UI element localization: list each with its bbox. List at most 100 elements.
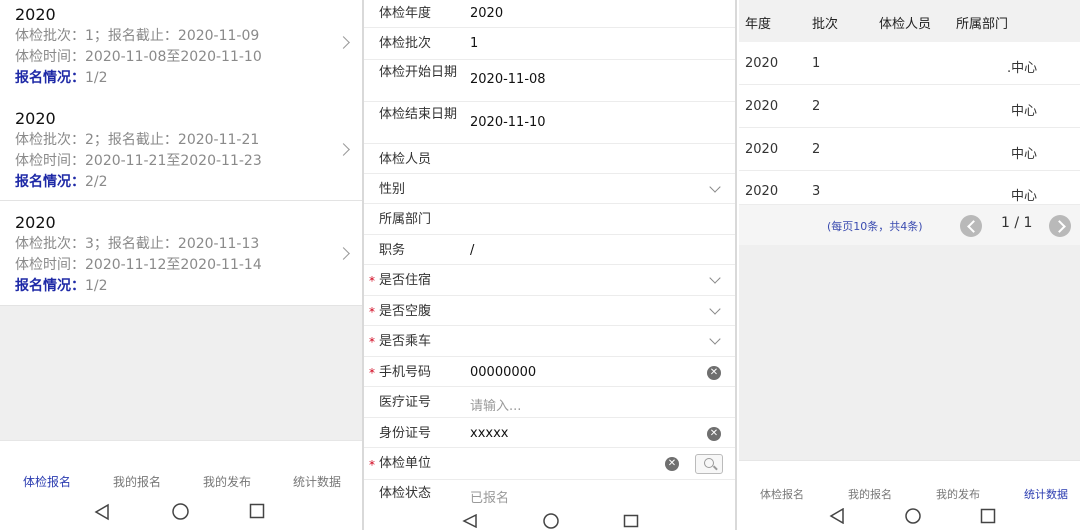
card-batch-line: 体检批次：1；报名截止：2020-11-09 bbox=[15, 28, 260, 44]
batch-card-3[interactable]: 2020 体检批次：3；报名截止：2020-11-13 体检时间：2020-11… bbox=[0, 202, 362, 306]
next-page-icon[interactable] bbox=[1049, 215, 1071, 237]
field-label: 是否乘车 bbox=[379, 334, 432, 349]
card-year: 2020 bbox=[15, 109, 56, 128]
tab-signup[interactable]: 体检报名 bbox=[23, 473, 71, 490]
recent-square-icon[interactable] bbox=[249, 503, 265, 519]
chevron-right-icon bbox=[337, 36, 350, 49]
field-value: / bbox=[470, 243, 475, 258]
form-row-start-date[interactable]: 体检开始日期 2020-11-08 bbox=[364, 60, 735, 102]
field-label: 体检结束日期 bbox=[379, 107, 458, 122]
form-row-position[interactable]: 职务 / bbox=[364, 235, 735, 265]
batch-card-2[interactable]: 2020 体检批次：2；报名截止：2020-11-21 体检时间：2020-11… bbox=[0, 97, 362, 201]
card-batch-line: 体检批次：3；报名截止：2020-11-13 bbox=[15, 236, 260, 252]
signup-form-screen: 体检年度 2020 体检批次 1 体检开始日期 2020-11-08 体检结束日… bbox=[362, 0, 737, 530]
back-triangle-icon[interactable] bbox=[829, 508, 845, 524]
form-row-fasting[interactable]: * 是否空腹 bbox=[364, 296, 735, 326]
field-label: 身份证号 bbox=[379, 426, 432, 441]
card-year: 2020 bbox=[15, 213, 56, 232]
card-time-line: 体检时间：2020-11-08至2020-11-10 bbox=[15, 49, 262, 65]
signup-list-screen: 2020 体检批次：1；报名截止：2020-11-09 体检时间：2020-11… bbox=[0, 0, 362, 530]
field-label: 体检开始日期 bbox=[379, 65, 458, 80]
form-row-end-date[interactable]: 体检结束日期 2020-11-10 bbox=[364, 102, 735, 144]
chevron-down-icon bbox=[709, 303, 721, 315]
form-row-person[interactable]: 体检人员 bbox=[364, 144, 735, 174]
page-number: 1 / 1 bbox=[1001, 215, 1033, 231]
card-status: 报名情况：1/2 bbox=[15, 275, 108, 295]
field-label: 手机号码 bbox=[379, 365, 432, 380]
table-row[interactable]: 2020 3 中心 bbox=[739, 171, 1080, 205]
form-row-id-card[interactable]: 身份证号 xxxxx ✕ bbox=[364, 418, 735, 448]
home-circle-icon[interactable] bbox=[904, 507, 922, 525]
search-icon[interactable] bbox=[695, 454, 723, 474]
phone-input[interactable]: 00000000 bbox=[470, 365, 536, 380]
empty-area bbox=[739, 245, 1080, 460]
form-row-lodging[interactable]: * 是否住宿 bbox=[364, 265, 735, 296]
cell-department: .中心 bbox=[1007, 61, 1038, 76]
home-circle-icon[interactable] bbox=[542, 513, 560, 529]
medical-id-input[interactable]: 请输入... bbox=[470, 395, 521, 414]
form-row-gender[interactable]: 性别 bbox=[364, 174, 735, 204]
field-label: 体检批次 bbox=[379, 36, 432, 51]
card-status-label: 报名情况： bbox=[15, 278, 85, 294]
required-mark: * bbox=[369, 458, 375, 472]
chevron-down-icon bbox=[709, 333, 721, 345]
clear-icon[interactable]: ✕ bbox=[707, 366, 721, 380]
pagination-info: (每页10条，共4条) bbox=[827, 220, 923, 233]
cell-batch: 3 bbox=[812, 184, 821, 199]
field-value: 2020-11-08 bbox=[470, 72, 546, 87]
tab-my-publish[interactable]: 我的发布 bbox=[203, 473, 251, 490]
clear-icon[interactable]: ✕ bbox=[707, 427, 721, 441]
form-row-phone[interactable]: * 手机号码 00000000 ✕ bbox=[364, 357, 735, 387]
cell-year: 2020 bbox=[745, 56, 779, 71]
chevron-right-icon bbox=[337, 143, 350, 156]
form-row-shuttle[interactable]: * 是否乘车 bbox=[364, 326, 735, 357]
cell-department: 中心 bbox=[1011, 189, 1038, 204]
chevron-down-icon bbox=[709, 181, 721, 193]
form-row-status: 体检状态 已报名 bbox=[364, 480, 735, 512]
card-time-line: 体检时间：2020-11-21至2020-11-23 bbox=[15, 153, 262, 169]
required-mark: * bbox=[369, 305, 375, 319]
bottom-tab-bar: 体检报名 我的报名 我的发布 统计数据 bbox=[0, 440, 362, 496]
field-label: 所属部门 bbox=[379, 212, 432, 227]
required-mark: * bbox=[369, 274, 375, 288]
cell-year: 2020 bbox=[745, 99, 779, 114]
id-card-input[interactable]: xxxxx bbox=[470, 426, 508, 441]
cell-batch: 2 bbox=[812, 142, 821, 157]
tab-my-publish[interactable]: 我的发布 bbox=[936, 486, 980, 502]
recent-square-icon[interactable] bbox=[623, 514, 639, 528]
table-row[interactable]: 2020 2 中心 bbox=[739, 85, 1080, 128]
form-row-batch[interactable]: 体检批次 1 bbox=[364, 28, 735, 60]
home-circle-icon[interactable] bbox=[171, 502, 190, 521]
form-row-department[interactable]: 所属部门 bbox=[364, 204, 735, 235]
tab-signup[interactable]: 体检报名 bbox=[760, 486, 804, 502]
card-time-line: 体检时间：2020-11-12至2020-11-14 bbox=[15, 257, 262, 273]
recent-square-icon[interactable] bbox=[980, 508, 996, 524]
batch-card-1[interactable]: 2020 体检批次：1；报名截止：2020-11-09 体检时间：2020-11… bbox=[0, 0, 362, 104]
table-row[interactable]: 2020 2 中心 bbox=[739, 128, 1080, 171]
card-year: 2020 bbox=[15, 5, 56, 24]
bottom-tab-bar: 体检报名 我的报名 我的发布 统计数据 bbox=[739, 460, 1080, 504]
required-mark: * bbox=[369, 366, 375, 380]
statistics-screen: 年度 批次 体检人员 所属部门 2020 1 .中心 2020 2 中心 202… bbox=[739, 0, 1080, 530]
field-value: 2020-11-10 bbox=[470, 115, 546, 130]
form-row-exam-unit[interactable]: * 体检单位 ✕ bbox=[364, 448, 735, 480]
table-row[interactable]: 2020 1 .中心 bbox=[739, 42, 1080, 85]
back-triangle-icon[interactable] bbox=[94, 503, 110, 521]
form-row-medical-id[interactable]: 医疗证号 请输入... bbox=[364, 387, 735, 418]
tab-my-signup[interactable]: 我的报名 bbox=[848, 486, 892, 502]
system-nav-bar bbox=[739, 504, 1080, 530]
tab-statistics[interactable]: 统计数据 bbox=[1024, 486, 1068, 502]
cell-department: 中心 bbox=[1011, 104, 1038, 119]
clear-icon[interactable]: ✕ bbox=[665, 457, 679, 471]
tab-statistics[interactable]: 统计数据 bbox=[293, 473, 341, 490]
form-row-year[interactable]: 体检年度 2020 bbox=[364, 0, 735, 28]
tab-my-signup[interactable]: 我的报名 bbox=[113, 473, 161, 490]
column-header-person: 体检人员 bbox=[879, 17, 932, 32]
prev-page-icon[interactable] bbox=[960, 215, 982, 237]
field-label: 体检单位 bbox=[379, 456, 432, 471]
cell-batch: 1 bbox=[812, 56, 821, 71]
card-status-value: 1/2 bbox=[85, 278, 108, 294]
back-triangle-icon[interactable] bbox=[462, 514, 478, 528]
field-label: 性别 bbox=[379, 182, 406, 197]
field-label: 医疗证号 bbox=[379, 395, 432, 410]
